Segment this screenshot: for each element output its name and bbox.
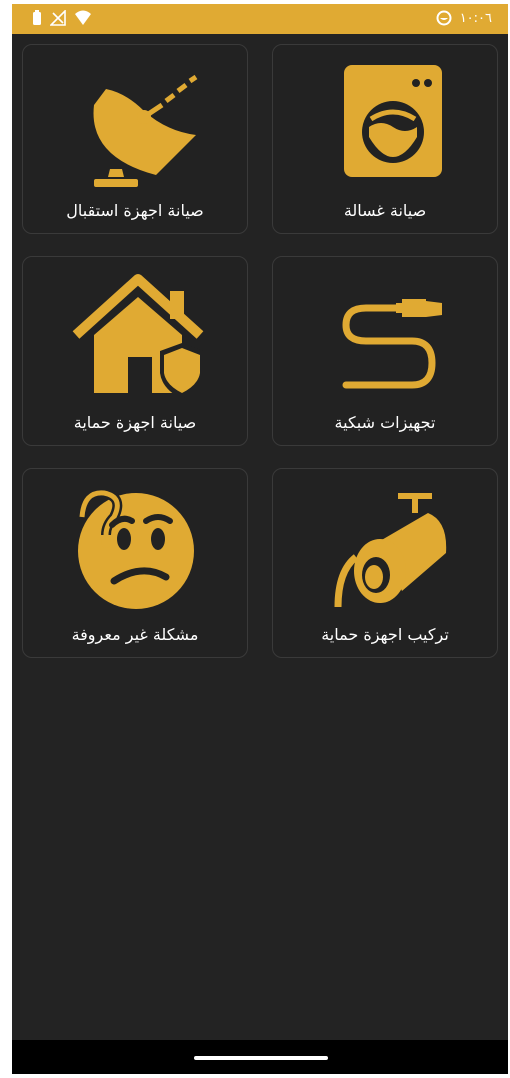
- home-indicator[interactable]: [194, 1056, 328, 1060]
- network-cable-icon: [342, 299, 442, 389]
- navigation-bar: [12, 1040, 508, 1074]
- service-label: تجهيزات شبكية: [334, 413, 436, 432]
- service-card-washing-machine[interactable]: صيانة غسالة: [272, 44, 498, 234]
- status-time: ١٠:٠٦: [459, 10, 492, 26]
- data-saver-icon: [436, 10, 452, 26]
- service-label: تركيب اجهزة حماية: [321, 625, 449, 644]
- service-label: صيانة اجهزة حماية: [73, 413, 197, 432]
- service-card-satellite-receivers[interactable]: صيانة اجهزة استقبال: [22, 44, 248, 234]
- service-card-unknown-problem[interactable]: مشكلة غير معروفة: [22, 468, 248, 658]
- service-label: صيانة اجهزة استقبال: [66, 201, 204, 220]
- no-signal-icon: [50, 10, 66, 26]
- service-label: مشكلة غير معروفة: [71, 625, 199, 644]
- home-security-icon: [72, 274, 204, 399]
- security-camera-icon: [334, 493, 447, 608]
- battery-icon: [33, 10, 41, 25]
- status-icons-left: [32, 10, 92, 26]
- status-bar: ١٠:٠٦: [12, 4, 508, 34]
- service-card-network[interactable]: تجهيزات شبكية: [272, 256, 498, 446]
- satellite-dish-icon: [93, 74, 198, 187]
- status-icons-right: ١٠:٠٦: [436, 10, 492, 26]
- confused-face-icon: [77, 487, 194, 609]
- service-card-security-maintenance[interactable]: صيانة اجهزة حماية: [22, 256, 248, 446]
- service-label: صيانة غسالة: [343, 201, 427, 220]
- wifi-icon: [75, 10, 91, 25]
- app-screen: ١٠:٠٦ صيانة غسالة صيانة اجهزة استقبال تج…: [12, 4, 508, 1074]
- service-card-install-security[interactable]: تركيب اجهزة حماية: [272, 468, 498, 658]
- washing-machine-icon: [344, 65, 442, 177]
